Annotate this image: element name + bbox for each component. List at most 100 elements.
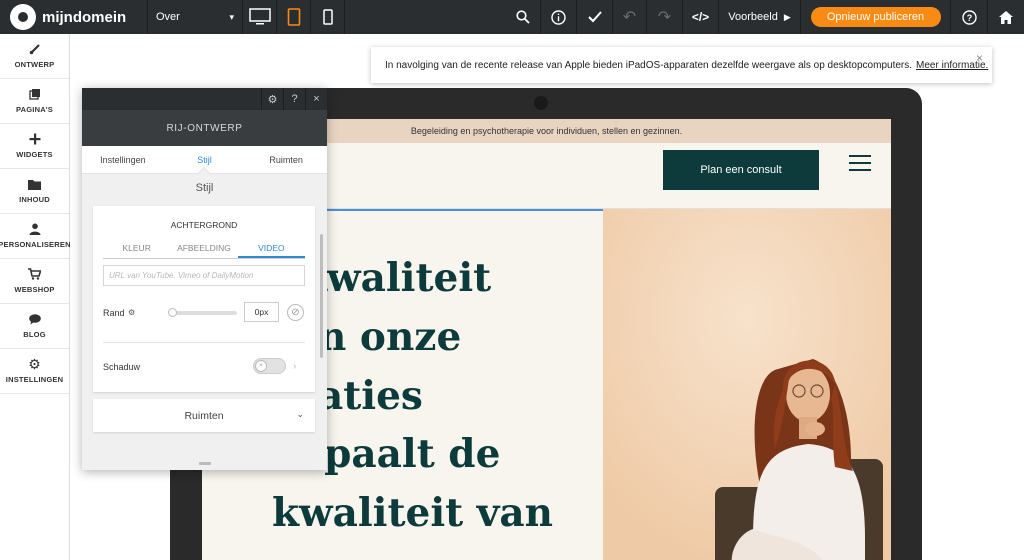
home-icon — [999, 10, 1013, 24]
code-icon: </> — [691, 10, 710, 24]
hero-heading-line: kwaliteit — [300, 255, 492, 301]
help-button[interactable]: ? — [951, 0, 988, 34]
page-select-value: Over — [156, 11, 180, 23]
panel-help-button[interactable]: ? — [283, 88, 305, 110]
sidebar-item-label: PERSONALISEREN — [0, 240, 71, 249]
announcement-text: Begeleiding en psychotherapie voor indiv… — [410, 126, 683, 136]
video-url-input[interactable] — [103, 265, 305, 286]
background-tabs: KLEUR AFBEELDING VIDEO — [103, 243, 305, 259]
person-icon — [29, 223, 40, 235]
resize-handle[interactable] — [199, 462, 211, 465]
info-icon — [551, 9, 566, 25]
sidebar-item-paginas[interactable]: PAGINA'S — [0, 79, 69, 124]
tab-afbeelding[interactable]: AFBEELDING — [170, 243, 237, 258]
brand-logo[interactable]: mijndomein — [0, 0, 148, 34]
sidebar-item-widgets[interactable]: WIDGETS — [0, 124, 69, 169]
chevron-right-icon[interactable]: › — [293, 361, 296, 372]
check-button[interactable] — [577, 0, 613, 34]
folder-icon — [28, 179, 41, 190]
hero-heading-line: aties — [318, 373, 423, 419]
republish-button[interactable]: Opnieuw publiceren — [810, 7, 941, 27]
hero-photo[interactable] — [603, 209, 891, 560]
undo-button[interactable]: ↶ — [613, 0, 647, 34]
plus-icon — [29, 133, 40, 145]
hero-heading-line: kwaliteit van — [272, 490, 554, 536]
panel-settings-button[interactable]: ⚙ — [261, 88, 283, 110]
hamburger-menu-icon[interactable] — [849, 155, 871, 176]
speech-bubble-icon — [28, 313, 41, 324]
row-design-panel[interactable]: ⚙ ? × RIJ-ONTWERP Instellingen Stijl Rui… — [82, 88, 327, 470]
spaces-accordion[interactable]: Ruimten ⌄ — [93, 399, 315, 432]
chevron-down-icon: ▾ — [229, 11, 234, 22]
hero-heading-line: n onze — [318, 314, 462, 360]
close-icon[interactable]: × — [976, 51, 983, 65]
brush-icon — [29, 44, 40, 55]
shadow-label: Schaduw — [103, 362, 141, 372]
sidebar-item-label: WEBSHOP — [14, 285, 55, 294]
slider-handle[interactable] — [168, 308, 177, 317]
panel-close-button[interactable]: × — [305, 88, 327, 110]
undo-icon: ↶ — [622, 9, 637, 26]
gear-icon: ⚙ — [267, 93, 278, 106]
spaces-label: Ruimten — [184, 409, 224, 422]
left-sidebar: ONTWERP PAGINA'S WIDGETS INHOUD PERSONAL… — [0, 34, 71, 560]
sidebar-item-label: BLOG — [23, 329, 46, 339]
border-value-field[interactable]: 0px — [244, 302, 279, 322]
redo-button[interactable]: ↷ — [647, 0, 683, 34]
sidebar-item-label: PAGINA'S — [16, 105, 53, 114]
sidebar-item-webshop[interactable]: WEBSHOP — [0, 259, 69, 304]
desktop-icon — [248, 8, 271, 25]
close-icon: × — [313, 93, 320, 105]
toggle-off-icon: × — [255, 360, 267, 372]
tab-instellingen[interactable]: Instellingen — [82, 146, 164, 173]
gear-icon[interactable]: ⚙ — [128, 308, 135, 317]
reset-icon[interactable]: ⊘ — [287, 304, 304, 321]
question-icon: ? — [961, 9, 977, 25]
publish-area: Opnieuw publiceren — [801, 0, 951, 34]
background-card: ACHTERGROND KLEUR AFBEELDING VIDEO Rand … — [93, 206, 315, 392]
border-slider[interactable] — [168, 308, 237, 317]
page-select-dropdown[interactable]: Over ▾ — [148, 0, 243, 34]
brand-name: mijndomein — [42, 8, 127, 26]
play-icon: ▶ — [783, 11, 791, 22]
notice-text: In navolging van de recente release van … — [385, 59, 913, 71]
tab-video[interactable]: VIDEO — [237, 243, 305, 258]
border-label: Rand — [103, 308, 125, 318]
laptop-camera — [534, 96, 548, 110]
search-button[interactable] — [505, 0, 541, 34]
panel-scrollbar[interactable] — [320, 234, 323, 358]
tablet-view-button[interactable] — [277, 0, 311, 34]
chevron-down-icon: ⌄ — [296, 409, 304, 419]
shadow-toggle[interactable]: × — [253, 358, 286, 374]
panel-toolbar[interactable]: ⚙ ? × — [82, 88, 327, 110]
top-toolbar: mijndomein Over ▾ ↶ ↷ </> Voorbeeld ▶ Op… — [0, 0, 1024, 34]
sidebar-item-personaliseren[interactable]: PERSONALISEREN — [0, 214, 71, 259]
search-icon — [515, 10, 530, 24]
svg-text:?: ? — [966, 13, 972, 23]
home-button[interactable] — [988, 0, 1024, 34]
plan-consult-button[interactable]: Plan een consult — [663, 150, 819, 190]
sidebar-item-label: ONTWERP — [14, 60, 55, 69]
mobile-icon — [322, 9, 333, 25]
sidebar-item-blog[interactable]: BLOG — [0, 304, 69, 349]
checkmark-icon — [587, 11, 602, 23]
panel-title: RIJ-ONTWERP — [82, 110, 327, 146]
sidebar-item-instellingen[interactable]: ⚙ INSTELLINGEN — [0, 349, 69, 394]
tab-ruimten[interactable]: Ruimten — [245, 146, 327, 173]
sidebar-item-label: INSTELLINGEN — [5, 375, 64, 384]
info-button[interactable] — [541, 0, 577, 34]
panel-tabs: Instellingen Stijl Ruimten — [82, 146, 327, 182]
pages-icon — [28, 89, 40, 100]
desktop-view-button[interactable] — [243, 0, 277, 34]
code-button[interactable]: </> — [683, 0, 719, 34]
mobile-view-button[interactable] — [311, 0, 345, 34]
cart-icon — [28, 268, 41, 280]
preview-label: Voorbeeld — [728, 11, 778, 23]
ipados-notice: In navolging van de recente release van … — [371, 47, 992, 83]
sidebar-item-ontwerp[interactable]: ONTWERP — [0, 34, 69, 79]
portrait-photo — [603, 209, 891, 560]
tab-kleur[interactable]: KLEUR — [103, 243, 170, 258]
preview-button[interactable]: Voorbeeld ▶ — [719, 0, 801, 34]
sidebar-item-inhoud[interactable]: INHOUD — [0, 169, 69, 214]
tablet-icon — [287, 8, 300, 26]
